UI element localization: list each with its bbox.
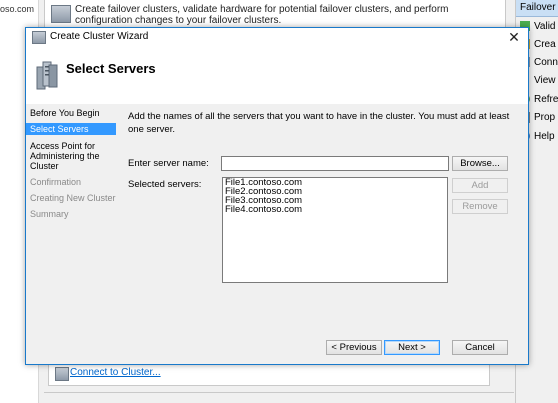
step-summary: Summary	[30, 209, 69, 219]
step-before-you-begin[interactable]: Before You Begin	[26, 108, 116, 118]
list-item[interactable]: File4.contoso.com	[223, 205, 447, 215]
action-label: Crea	[534, 39, 556, 50]
step-select-servers[interactable]: Select Servers	[26, 123, 116, 135]
wizard-steps-nav: Before You Begin Select Servers Access P…	[26, 104, 116, 362]
remove-button[interactable]: Remove	[452, 199, 508, 214]
step-creating-new-cluster: Creating New Cluster	[30, 193, 116, 203]
background-divider	[44, 392, 514, 393]
previous-button[interactable]: < Previous	[326, 340, 382, 355]
connect-icon	[55, 367, 69, 381]
server-name-input[interactable]	[221, 156, 449, 171]
action-label: Conn	[534, 57, 558, 68]
connect-to-cluster-link[interactable]: Connect to Cluster...	[70, 367, 161, 378]
action-label: Prop	[534, 112, 556, 123]
background-left-text: oso.com	[0, 4, 35, 14]
action-label: Valid	[534, 21, 556, 32]
add-button[interactable]: Add	[452, 178, 508, 193]
page-title: Select Servers	[66, 61, 156, 76]
create-cluster-wizard-dialog: Create Cluster Wizard ✕ Select Servers B…	[25, 27, 529, 365]
step-confirmation: Confirmation	[30, 177, 82, 187]
instruction-text: Add the names of all the servers that yo…	[128, 111, 510, 135]
wizard-header: Select Servers	[26, 46, 528, 105]
dialog-title: Create Cluster Wizard	[50, 31, 149, 42]
browse-button[interactable]: Browse...	[452, 156, 508, 171]
action-label: Help	[534, 131, 555, 142]
action-label: View	[534, 75, 556, 86]
cluster-servers-icon	[36, 61, 58, 90]
background-connect-box: Connect to Cluster...	[48, 362, 490, 386]
selected-servers-label: Selected servers:	[128, 179, 202, 190]
background-description-box: Create failover clusters, validate hardw…	[44, 0, 506, 29]
action-label: Refre	[534, 94, 558, 105]
next-button[interactable]: Next >	[384, 340, 440, 355]
step-access-point[interactable]: Access Point for Administering the Clust…	[26, 141, 116, 171]
cluster-icon	[32, 31, 46, 44]
background-description-text: Create failover clusters, validate hardw…	[75, 4, 449, 26]
selected-servers-list[interactable]: File1.contoso.com File2.contoso.com File…	[222, 177, 448, 283]
server-name-label: Enter server name:	[128, 158, 209, 169]
wizard-content: Add the names of all the servers that yo…	[116, 104, 528, 362]
actions-pane-header[interactable]: Failover C	[516, 0, 558, 17]
dialog-titlebar[interactable]: Create Cluster Wizard ✕	[26, 28, 528, 46]
close-icon[interactable]: ✕	[506, 28, 522, 46]
cancel-button[interactable]: Cancel	[452, 340, 508, 355]
cluster-icon	[51, 5, 71, 23]
